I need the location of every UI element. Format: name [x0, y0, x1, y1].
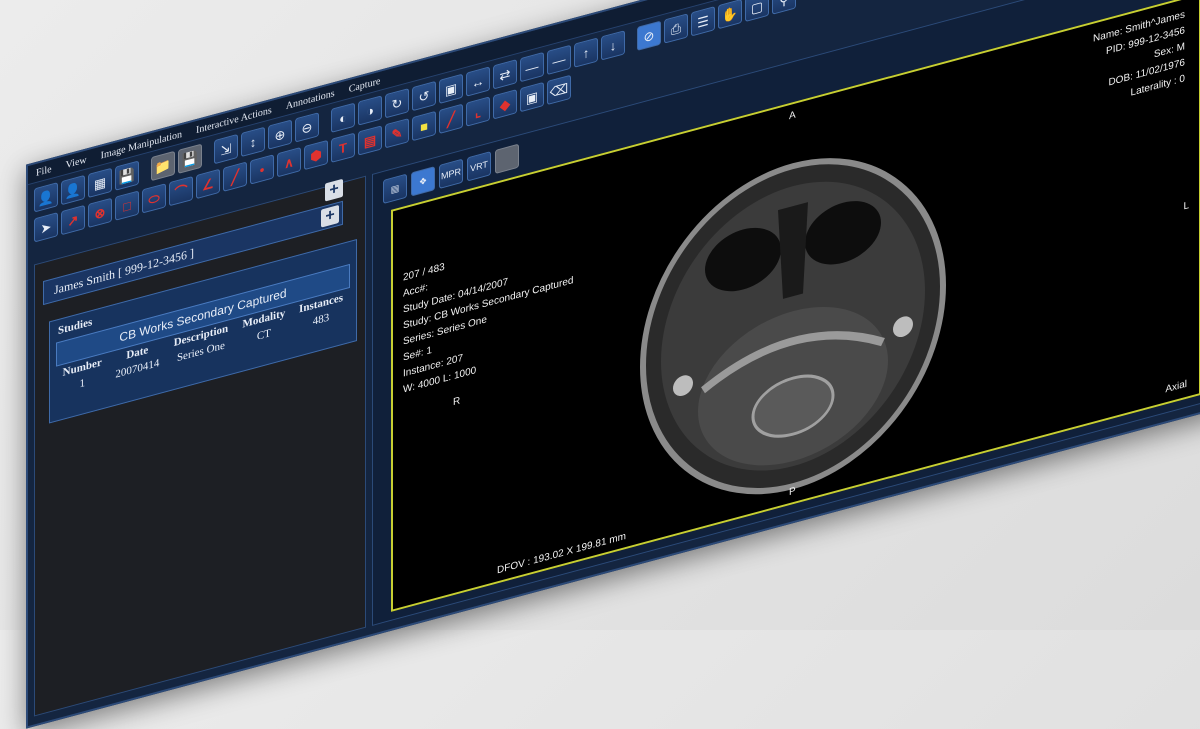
menu-capture[interactable]: Capture	[349, 75, 381, 94]
app-window: File View Image Manipulation Interactive…	[26, 0, 1200, 729]
pan-hand-icon[interactable]: ✋	[718, 0, 742, 30]
orientation-right: L	[1183, 200, 1189, 213]
no-entry-icon[interactable]: ⊘	[637, 20, 661, 51]
flip-icon[interactable]: ↔	[466, 66, 490, 97]
reset-icon[interactable]: ▣	[439, 73, 463, 105]
mpr-label: MPR	[441, 166, 461, 182]
disabled-tool-icon[interactable]	[495, 143, 519, 175]
text-icon[interactable]: T	[331, 132, 355, 163]
stack-icon[interactable]: ☰	[691, 6, 715, 37]
window-level-icon[interactable]: ◐	[331, 102, 355, 133]
arc-icon[interactable]: ⌒	[169, 175, 193, 207]
zoom-out-icon[interactable]: ⊖	[295, 112, 319, 143]
rotate-right-icon[interactable]: ↻	[385, 88, 409, 119]
open-folder-icon[interactable]: 📁	[151, 150, 175, 182]
corner-icon[interactable]: ⌞	[466, 96, 490, 127]
menu-view[interactable]: View	[66, 154, 87, 171]
save-icon[interactable]: 💾	[115, 160, 139, 191]
zoom-in-icon[interactable]: ⊕	[268, 119, 292, 150]
cross-circle-icon[interactable]: ⊗	[88, 197, 112, 229]
plane-label: Axial	[1165, 378, 1187, 396]
study-browser: + James Smith [ 999-12-3456 ] + Studies …	[34, 175, 366, 717]
minus2-icon[interactable]: —	[547, 44, 571, 76]
copy-icon[interactable]: ▢	[745, 0, 769, 23]
mpr-button[interactable]: MPR	[439, 158, 463, 190]
vrt-button[interactable]: VRT	[467, 151, 491, 182]
arrow-annot-icon[interactable]: ↗	[61, 204, 85, 236]
document-icon[interactable]: ▤	[383, 173, 407, 205]
orientation-left: R	[453, 395, 461, 409]
layout-icon[interactable]: ▦	[88, 167, 112, 199]
line-icon[interactable]: ╱	[223, 161, 247, 192]
menu-file[interactable]: File	[36, 163, 52, 178]
angle-icon[interactable]: ∠	[196, 168, 220, 200]
dfov-label: DFOV : 193.02 X 199.81 mm	[497, 530, 626, 577]
invert-icon[interactable]: ◑	[358, 95, 382, 126]
eraser-icon[interactable]: ◆	[493, 89, 517, 120]
fit-icon[interactable]: ⇲	[214, 133, 238, 165]
highlight-icon[interactable]: ■	[412, 110, 436, 142]
overlay-top-right: Name: Smith^James PID: 999-12-3456 Sex: …	[1093, 7, 1185, 112]
polyline-icon[interactable]: ∧	[277, 146, 301, 178]
arrow-up-icon[interactable]: ↑	[574, 37, 598, 68]
arrow-down-icon[interactable]: ↓	[601, 30, 625, 61]
rectangle-icon[interactable]: □	[115, 190, 139, 221]
pill-icon[interactable]: ❖	[411, 166, 435, 197]
patient-icon[interactable]: 👤	[61, 174, 85, 206]
disk-icon[interactable]: 💾	[178, 143, 202, 174]
print-icon[interactable]: ⎙	[664, 13, 688, 44]
note-icon[interactable]: ▤	[358, 125, 382, 156]
add-patient-icon[interactable]: +	[325, 178, 343, 202]
trash-icon[interactable]: ⌫	[547, 74, 571, 106]
rotate-left-icon[interactable]: ↺	[412, 80, 436, 112]
patient-search-icon[interactable]: 👤	[34, 182, 58, 213]
actual-size-icon[interactable]: ↕	[241, 126, 265, 158]
ellipse-icon[interactable]: ⬭	[142, 183, 166, 214]
polygon-icon[interactable]: ⬢	[304, 139, 328, 171]
minus-icon[interactable]: —	[520, 51, 544, 83]
select-arrow-icon[interactable]: ➤	[34, 212, 58, 243]
magnifier-icon[interactable]: ⚲	[772, 0, 796, 15]
ct-scan-image	[640, 158, 946, 495]
point-icon[interactable]: •	[250, 154, 274, 185]
vrt-label: VRT	[470, 158, 488, 174]
lock-icon[interactable]: ▣	[520, 81, 544, 113]
pen-icon[interactable]: ✎	[385, 118, 409, 149]
overlay-top-left: 207 / 483 Acc#: Study Date: 04/14/2007 S…	[403, 225, 573, 399]
orientation-bottom: P	[789, 485, 796, 499]
orientation-top: A	[789, 109, 796, 123]
ruler-icon[interactable]: ╱	[439, 103, 463, 135]
flip-h-icon[interactable]: ⇄	[493, 59, 517, 90]
